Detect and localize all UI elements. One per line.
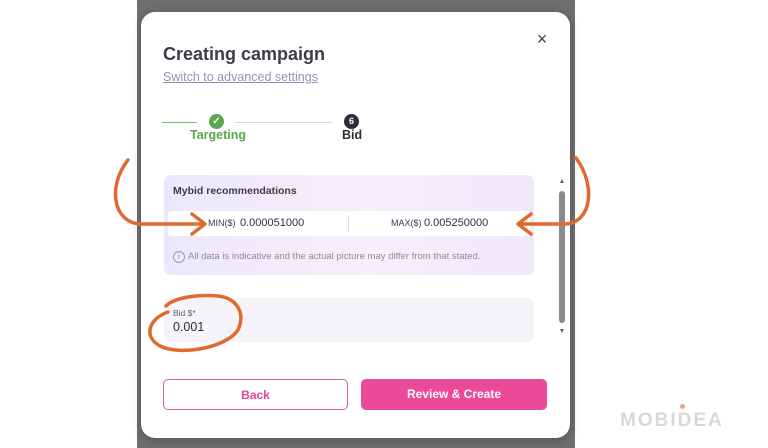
scroll-up-icon[interactable]: ▲ [557, 177, 567, 187]
advanced-settings-link[interactable]: Switch to advanced settings [163, 70, 318, 84]
stepper-line-completed [162, 122, 197, 123]
review-create-button[interactable]: Review & Create [361, 379, 547, 410]
stepper-line-pending [235, 122, 332, 123]
watermark-dot [680, 404, 685, 409]
min-max-box: MIN($) 0.000051000 MAX($) 0.005250000 [168, 211, 530, 236]
max-label: MAX($) [391, 218, 422, 228]
close-icon[interactable]: × [533, 30, 551, 48]
info-icon: i [173, 251, 185, 263]
bid-input[interactable]: Bid $* 0.001 [164, 298, 534, 342]
min-label: MIN($) [208, 218, 236, 228]
scrollbar-thumb[interactable] [559, 191, 565, 323]
mobidea-watermark: MOBIDEA [620, 410, 724, 431]
bid-recommendations-panel: Mybid recommendations MIN($) 0.000051000… [164, 175, 534, 275]
modal-scrollbar[interactable]: ▲ ▼ [557, 177, 567, 337]
min-value: 0.000051000 [240, 217, 305, 229]
max-value: 0.005250000 [424, 217, 489, 229]
scroll-down-icon[interactable]: ▼ [557, 327, 567, 337]
step-bid: Bid [342, 128, 363, 142]
step-number-badge: 6 [344, 114, 359, 129]
recommendations-title: Mybid recommendations [173, 185, 297, 197]
check-icon: ✓ [209, 114, 224, 129]
min-max-divider [348, 215, 349, 232]
bid-value[interactable]: 0.001 [173, 320, 204, 334]
disclaimer-text: All data is indicative and the actual pi… [188, 251, 481, 262]
create-campaign-modal: Creating campaign Switch to advanced set… [141, 12, 570, 438]
modal-title: Creating campaign [163, 44, 326, 64]
bid-label: Bid $* [173, 308, 196, 318]
step-targeting[interactable]: Targeting [190, 128, 246, 142]
back-button[interactable]: Back [163, 379, 348, 410]
